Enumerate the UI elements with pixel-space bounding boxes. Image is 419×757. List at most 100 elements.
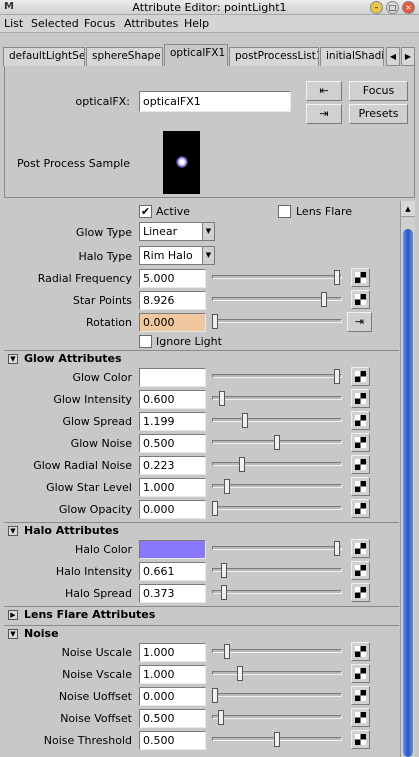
noise-header[interactable]: ▼ Noise	[4, 626, 399, 642]
glow-noise-map-button[interactable]	[351, 433, 370, 452]
slider-thumb[interactable]	[334, 541, 340, 556]
close-icon[interactable]: ×	[402, 1, 415, 14]
rotation-connection-icon[interactable]: ⇥	[347, 312, 372, 332]
rotation-slider[interactable]	[210, 311, 344, 333]
glow-noise-input[interactable]: 0.500	[139, 434, 206, 453]
slider-thumb[interactable]	[212, 688, 218, 703]
halo-type-dropdown[interactable]: Rim Halo ▼	[139, 246, 215, 265]
glow-attributes-header[interactable]: ▼ Glow Attributes	[4, 351, 399, 367]
slider-thumb[interactable]	[239, 457, 245, 472]
slider-thumb[interactable]	[274, 732, 280, 747]
slider-thumb[interactable]	[242, 413, 248, 428]
glow-star-level-input[interactable]: 1.000	[139, 478, 206, 497]
glow-intensity-map-button[interactable]	[351, 389, 370, 408]
menu-list[interactable]: List	[4, 17, 23, 30]
scrollbar-thumb[interactable]	[403, 229, 413, 757]
glow-color-swatch[interactable]	[139, 368, 206, 387]
slider-thumb[interactable]	[224, 479, 230, 494]
maximize-icon[interactable]: □	[386, 1, 399, 14]
glow-intensity-input[interactable]: 0.600	[139, 390, 206, 409]
noise-uscale-input[interactable]: 1.000	[139, 643, 206, 662]
halo-intensity-slider[interactable]	[210, 560, 344, 582]
halo-spread-map-button[interactable]	[351, 583, 370, 602]
scroll-up-icon[interactable]: ▲	[401, 201, 415, 217]
slider-thumb[interactable]	[221, 585, 227, 600]
slider-thumb[interactable]	[212, 501, 218, 516]
tab-scroll-left-icon[interactable]: ◀	[386, 47, 400, 66]
tab-scroll-right-icon[interactable]: ▶	[401, 47, 415, 66]
glow-radial-noise-input[interactable]: 0.223	[139, 456, 206, 475]
ignore-light-checkbox[interactable]	[139, 335, 152, 348]
star-points-slider[interactable]	[210, 289, 344, 311]
attribute-panel[interactable]: ✔ Active Lens Flare Glow Type Linear ▼ Ha…	[4, 201, 399, 757]
star-points-input[interactable]: 8.926	[139, 291, 206, 310]
minimize-icon[interactable]: –	[370, 1, 383, 14]
noise-uscale-slider[interactable]	[210, 641, 344, 663]
menu-selected[interactable]: Selected	[31, 17, 79, 30]
slider-thumb[interactable]	[237, 666, 243, 681]
halo-color-slider[interactable]	[210, 538, 344, 560]
glow-spread-slider[interactable]	[210, 410, 344, 432]
slider-thumb[interactable]	[221, 563, 227, 578]
noise-threshold-input[interactable]: 0.500	[139, 731, 206, 750]
noise-uoffset-map-button[interactable]	[351, 686, 370, 705]
noise-voffset-input[interactable]: 0.500	[139, 709, 206, 728]
radial-frequency-input[interactable]: 5.000	[139, 269, 206, 288]
noise-voffset-map-button[interactable]	[351, 708, 370, 727]
slider-thumb[interactable]	[218, 710, 224, 725]
glow-opacity-map-button[interactable]	[351, 499, 370, 518]
noise-uscale-map-button[interactable]	[351, 642, 370, 661]
halo-color-swatch[interactable]	[139, 540, 206, 559]
slider-thumb[interactable]	[334, 369, 340, 384]
noise-vscale-slider[interactable]	[210, 663, 344, 685]
collapse-icon[interactable]: ▼	[8, 629, 18, 639]
tab-optical-fx[interactable]: opticalFX1	[164, 44, 228, 66]
collapse-icon[interactable]: ▼	[8, 526, 18, 536]
slider-thumb[interactable]	[321, 292, 327, 307]
halo-spread-slider[interactable]	[210, 582, 344, 604]
glow-opacity-slider[interactable]	[210, 498, 344, 520]
glow-radial-noise-slider[interactable]	[210, 454, 344, 476]
focus-button[interactable]: Focus	[349, 81, 408, 101]
noise-vscale-map-button[interactable]	[351, 664, 370, 683]
menu-focus[interactable]: Focus	[84, 17, 115, 30]
select-output-node-icon[interactable]: ⇥	[306, 104, 342, 124]
glow-color-map-button[interactable]	[351, 367, 370, 386]
halo-attributes-header[interactable]: ▼ Halo Attributes	[4, 523, 399, 539]
glow-radial-noise-map-button[interactable]	[351, 455, 370, 474]
slider-thumb[interactable]	[334, 270, 340, 285]
halo-spread-input[interactable]: 0.373	[139, 584, 206, 603]
glow-color-slider[interactable]	[210, 366, 344, 388]
rotation-input[interactable]: 0.000	[139, 313, 206, 332]
slider-thumb[interactable]	[224, 644, 230, 659]
glow-noise-slider[interactable]	[210, 432, 344, 454]
node-name-input[interactable]: opticalFX1	[139, 91, 291, 112]
glow-intensity-slider[interactable]	[210, 388, 344, 410]
star-points-map-button[interactable]	[351, 290, 370, 309]
presets-button[interactable]: Presets	[349, 104, 408, 124]
expand-icon[interactable]: ▶	[8, 610, 18, 620]
radial-frequency-map-button[interactable]	[351, 268, 370, 287]
noise-uoffset-slider[interactable]	[210, 685, 344, 707]
tab-sphere-shape[interactable]: sphereShape1	[86, 47, 163, 66]
lens-flare-checkbox[interactable]	[278, 205, 291, 218]
lens-flare-attributes-header[interactable]: ▶ Lens Flare Attributes	[4, 607, 399, 623]
halo-color-map-button[interactable]	[351, 539, 370, 558]
noise-voffset-slider[interactable]	[210, 707, 344, 729]
select-input-node-icon[interactable]: ⇤	[306, 81, 342, 101]
glow-star-level-slider[interactable]	[210, 476, 344, 498]
menu-help[interactable]: Help	[184, 17, 209, 30]
noise-threshold-slider[interactable]	[210, 729, 344, 751]
slider-thumb[interactable]	[219, 391, 225, 406]
glow-opacity-input[interactable]: 0.000	[139, 500, 206, 519]
noise-uoffset-input[interactable]: 0.000	[139, 687, 206, 706]
halo-intensity-input[interactable]: 0.661	[139, 562, 206, 581]
collapse-icon[interactable]: ▼	[8, 354, 18, 364]
glow-star-level-map-button[interactable]	[351, 477, 370, 496]
tab-default-light-set[interactable]: defaultLightSet	[3, 47, 85, 66]
glow-type-dropdown[interactable]: Linear ▼	[139, 222, 215, 241]
slider-thumb[interactable]	[274, 435, 280, 450]
vertical-scrollbar[interactable]: ▲	[400, 201, 415, 757]
halo-intensity-map-button[interactable]	[351, 561, 370, 580]
tab-post-process-list[interactable]: postProcessList1	[229, 47, 319, 66]
